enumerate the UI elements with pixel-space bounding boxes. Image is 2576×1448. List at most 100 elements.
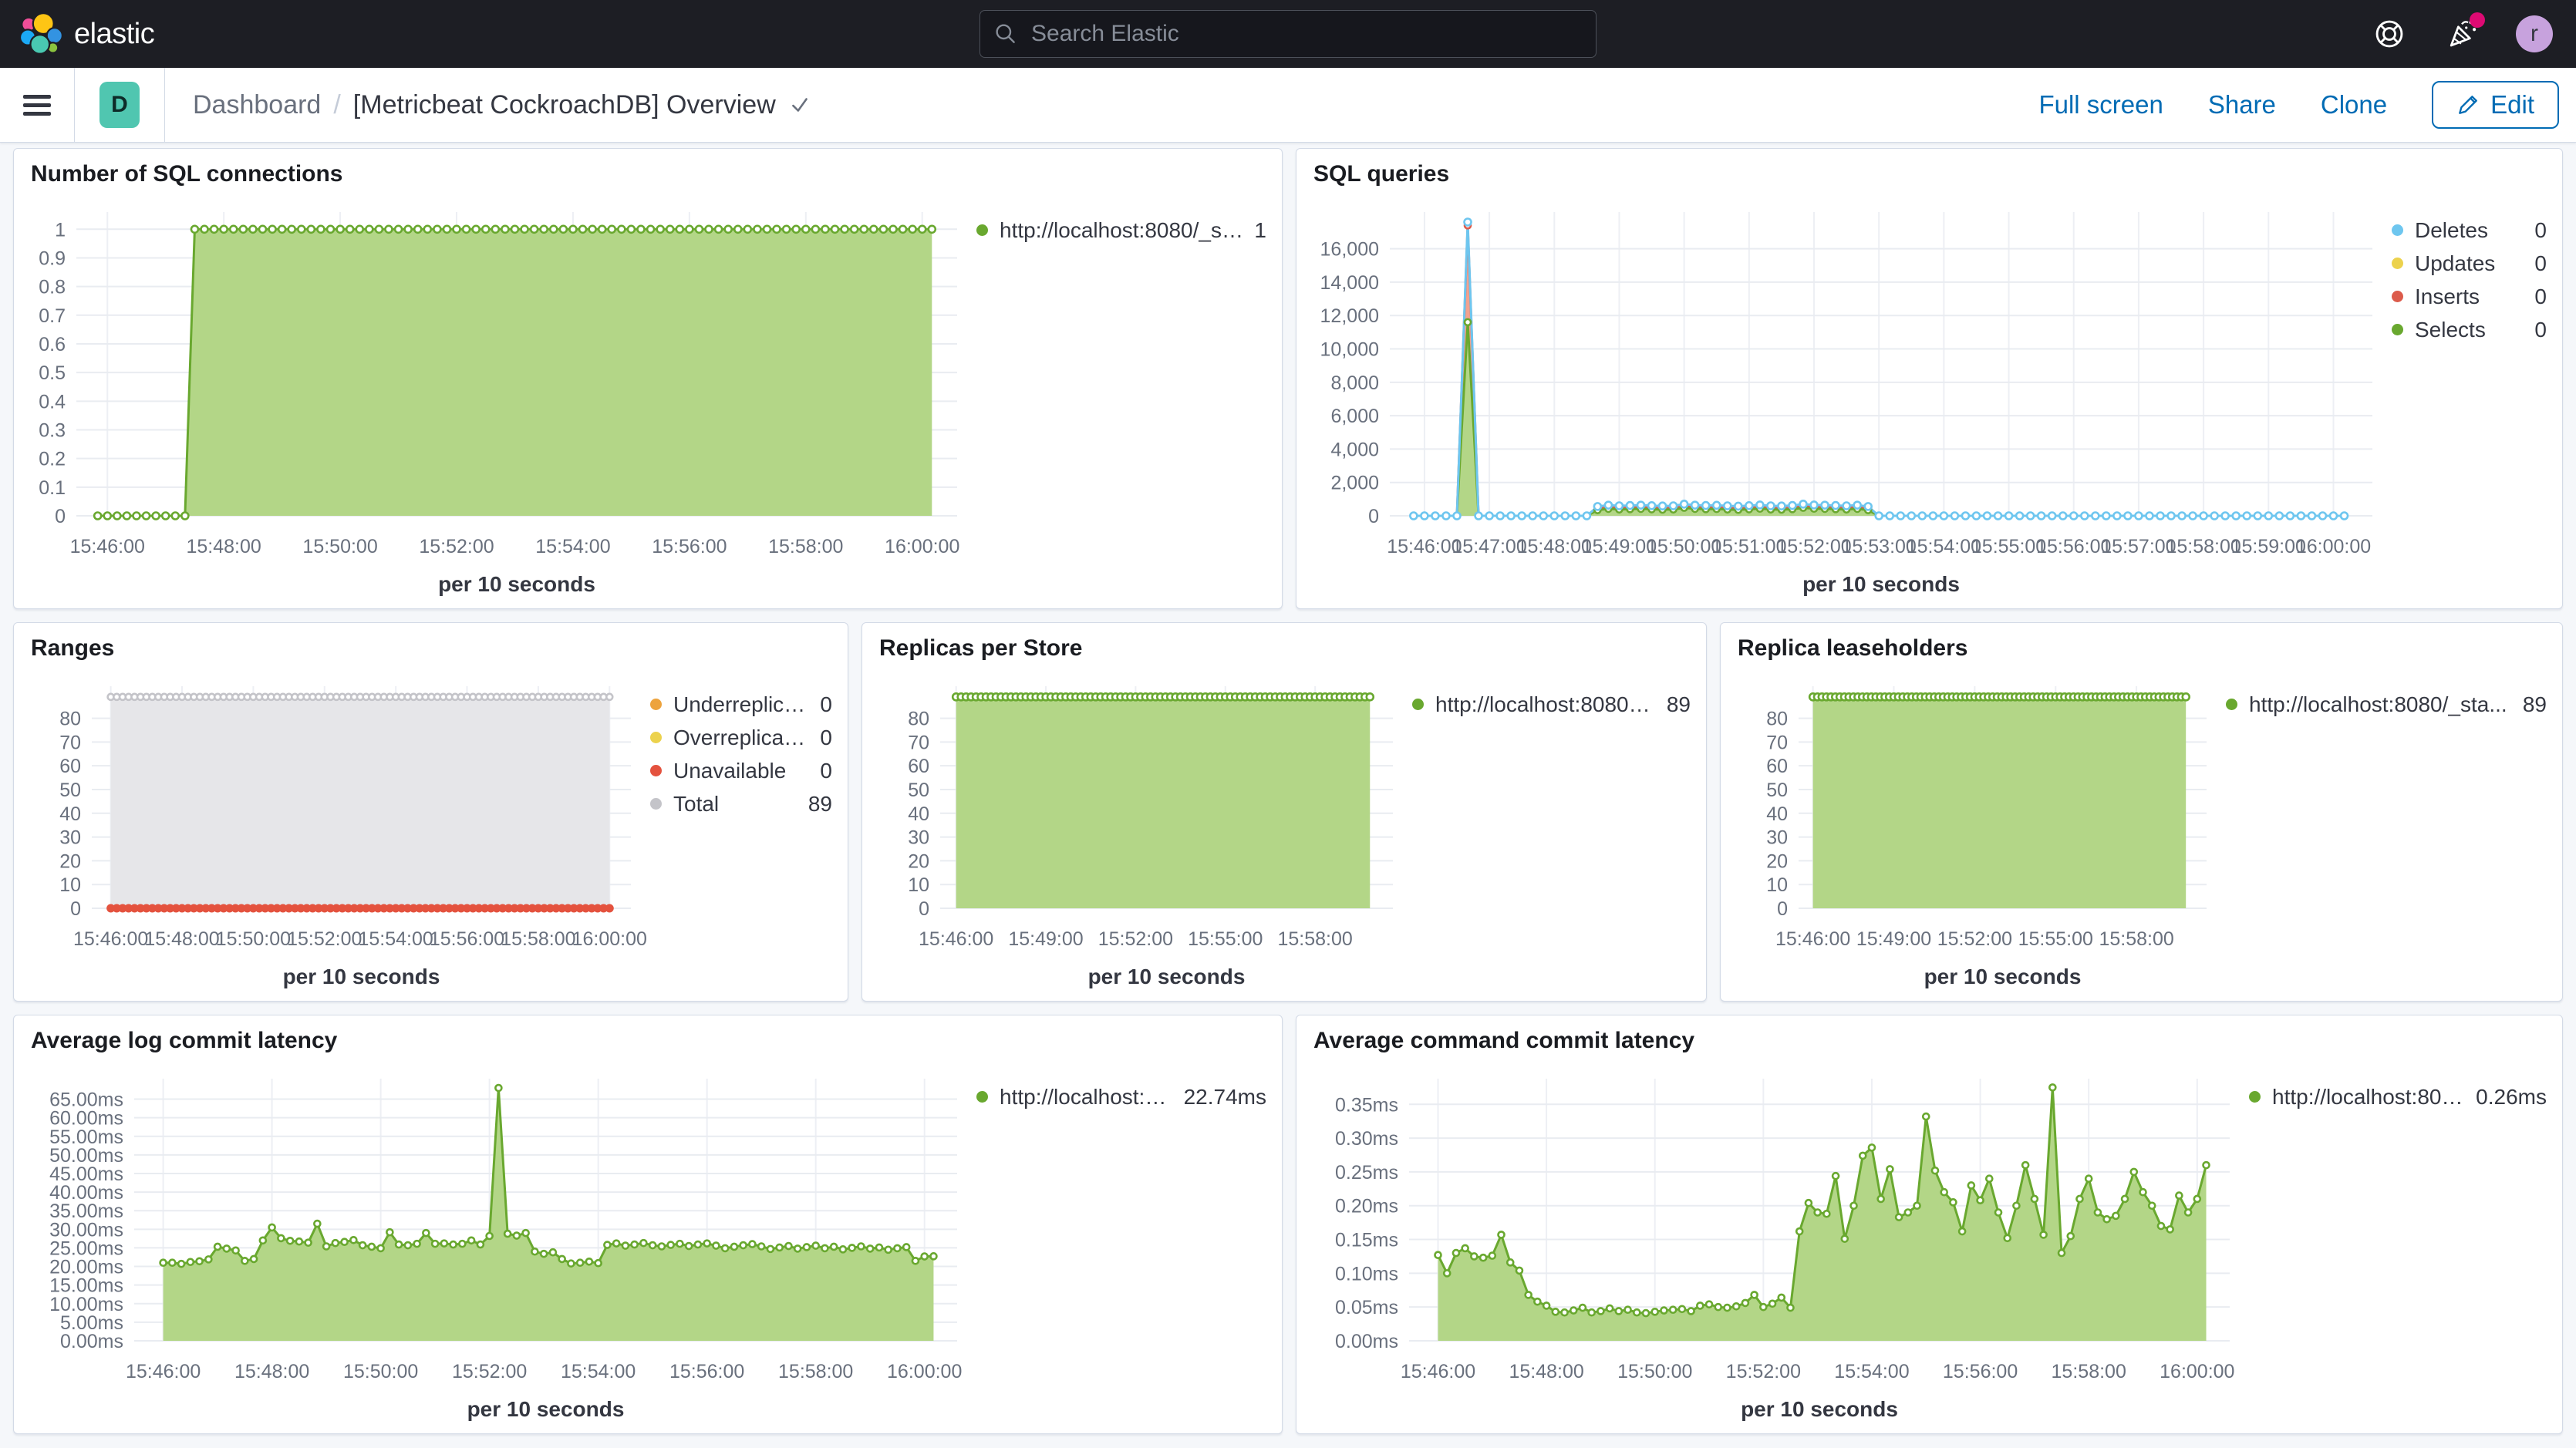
svg-text:16,000: 16,000 xyxy=(1320,239,1379,261)
legend-item[interactable]: Total 89 xyxy=(650,787,832,820)
legend-series-label: Selects xyxy=(2415,318,2486,342)
dashboard-row-2: Ranges0102030405060708015:46:0015:48:001… xyxy=(13,622,2563,1002)
legend-item[interactable]: http://localhost:808...22.74ms xyxy=(976,1080,1266,1113)
legend-series-label: Overreplicated xyxy=(673,726,809,750)
svg-text:15:56:00: 15:56:00 xyxy=(652,536,727,557)
avg-command-commit-latency-chart[interactable]: 0.00ms0.05ms0.10ms0.15ms0.20ms0.25ms0.30… xyxy=(1301,1057,2249,1427)
svg-text:16:00:00: 16:00:00 xyxy=(2160,1361,2234,1382)
svg-text:15:51:00: 15:51:00 xyxy=(1711,536,1786,557)
sql-queries-chart[interactable]: 02,0004,0006,0008,00010,00012,00014,0001… xyxy=(1301,190,2392,602)
legend-item[interactable]: http://localhost:8080...0.26ms xyxy=(2249,1080,2547,1113)
clone-button[interactable]: Clone xyxy=(2321,90,2387,120)
svg-text:15:59:00: 15:59:00 xyxy=(2231,536,2306,557)
svg-text:0.30ms: 0.30ms xyxy=(1335,1128,1398,1150)
svg-text:0.00ms: 0.00ms xyxy=(60,1331,123,1352)
dashboard-row-3: Average log commit latency0.00ms5.00ms10… xyxy=(13,1015,2563,1434)
sql-connections-chart[interactable]: 00.10.20.30.40.50.60.70.80.9115:46:0015:… xyxy=(19,190,976,602)
svg-text:0.00ms: 0.00ms xyxy=(1335,1331,1398,1352)
svg-text:60: 60 xyxy=(1766,756,1788,777)
svg-text:60: 60 xyxy=(59,756,81,777)
legend-series-label: Inserts xyxy=(2415,285,2480,309)
svg-text:15:55:00: 15:55:00 xyxy=(1188,928,1263,950)
legend-item[interactable]: Selects0 xyxy=(2392,313,2547,346)
svg-text:0.1: 0.1 xyxy=(39,477,66,499)
svg-text:65.00ms: 65.00ms xyxy=(49,1089,123,1111)
legend-series-dot xyxy=(2226,699,2237,710)
legend-series-label: Underreplicated xyxy=(673,692,809,717)
dashboard-header-bar: D Dashboard / [Metricbeat CockroachDB] O… xyxy=(0,68,2576,143)
svg-text:15:54:00: 15:54:00 xyxy=(535,536,610,557)
legend-item[interactable]: Underreplicated0 xyxy=(650,688,832,721)
svg-text:16:00:00: 16:00:00 xyxy=(2296,536,2371,557)
svg-text:40: 40 xyxy=(1766,803,1788,825)
edit-button[interactable]: Edit xyxy=(2432,81,2559,129)
space-switcher-button[interactable]: D xyxy=(99,82,140,128)
legend-item[interactable]: http://localhost:8080/_sta...89 xyxy=(1412,688,1691,721)
dashboard-grid: Number of SQL connections00.10.20.30.40.… xyxy=(0,143,2576,1448)
legend-series-label: Total xyxy=(673,792,719,817)
lifebuoy-icon xyxy=(2372,17,2406,51)
svg-text:15:58:00: 15:58:00 xyxy=(768,536,843,557)
svg-text:10.00ms: 10.00ms xyxy=(49,1294,123,1315)
avg-log-commit-latency-chart[interactable]: 0.00ms5.00ms10.00ms15.00ms20.00ms25.00ms… xyxy=(19,1057,976,1427)
svg-text:40.00ms: 40.00ms xyxy=(49,1182,123,1204)
search-input[interactable] xyxy=(979,10,1597,58)
svg-text:15:50:00: 15:50:00 xyxy=(216,928,291,950)
legend-item[interactable]: http://localhost:8080/_stat...1 xyxy=(976,214,1266,247)
ranges-chart[interactable]: 0102030405060708015:46:0015:48:0015:50:0… xyxy=(19,665,650,995)
svg-text:15:48:00: 15:48:00 xyxy=(1517,536,1592,557)
svg-text:15:49:00: 15:49:00 xyxy=(1582,536,1657,557)
elastic-home-link[interactable]: elastic xyxy=(20,12,154,56)
legend-item[interactable]: Unavailable 0 xyxy=(650,754,832,787)
replicas-per-store-chart[interactable]: 0102030405060708015:46:0015:49:0015:52:0… xyxy=(867,665,1412,995)
svg-text:12,000: 12,000 xyxy=(1320,305,1379,327)
svg-text:8,000: 8,000 xyxy=(1330,372,1379,394)
svg-text:15:52:00: 15:52:00 xyxy=(1776,536,1851,557)
svg-text:45.00ms: 45.00ms xyxy=(49,1163,123,1185)
svg-text:40: 40 xyxy=(59,803,81,825)
svg-text:0: 0 xyxy=(919,898,929,920)
legend-series-value: 0 xyxy=(809,759,832,783)
svg-text:0.05ms: 0.05ms xyxy=(1335,1297,1398,1318)
legend-series-label: Unavailable xyxy=(673,759,786,783)
replica-leaseholders-chart[interactable]: 0102030405060708015:46:0015:49:0015:52:0… xyxy=(1725,665,2226,995)
panel-title: Average log commit latency xyxy=(14,1015,1282,1057)
svg-text:70: 70 xyxy=(1766,732,1788,753)
svg-text:15:52:00: 15:52:00 xyxy=(452,1361,527,1382)
svg-text:15:46:00: 15:46:00 xyxy=(70,536,145,557)
share-button[interactable]: Share xyxy=(2208,90,2276,120)
svg-text:16:00:00: 16:00:00 xyxy=(572,928,647,950)
legend-item[interactable]: Deletes0 xyxy=(2392,214,2547,247)
svg-text:per 10 seconds: per 10 seconds xyxy=(283,965,440,988)
svg-text:15:53:00: 15:53:00 xyxy=(1842,536,1917,557)
svg-text:15:48:00: 15:48:00 xyxy=(187,536,261,557)
chart-legend: Underreplicated0Overreplicated0Unavailab… xyxy=(650,665,843,995)
news-feed-button[interactable] xyxy=(2443,15,2480,52)
legend-series-value: 89 xyxy=(797,792,832,817)
svg-text:per 10 seconds: per 10 seconds xyxy=(438,572,595,596)
dashboard-row-1: Number of SQL connections00.10.20.30.40.… xyxy=(13,148,2563,609)
search-icon xyxy=(993,22,1018,46)
legend-item[interactable]: Overreplicated0 xyxy=(650,721,832,754)
help-button[interactable] xyxy=(2371,15,2408,52)
breadcrumb-dashboard-link[interactable]: Dashboard xyxy=(193,90,321,120)
legend-item[interactable]: http://localhost:8080/_sta...89 xyxy=(2226,688,2547,721)
legend-series-dot xyxy=(2392,324,2403,335)
svg-text:0.25ms: 0.25ms xyxy=(1335,1162,1398,1184)
legend-series-value: 0 xyxy=(2524,285,2547,309)
svg-text:15:46:00: 15:46:00 xyxy=(1401,1361,1475,1382)
menu-button[interactable] xyxy=(23,90,51,120)
chart-legend: http://localhost:8080/_stat...1 xyxy=(976,190,1277,602)
svg-text:80: 80 xyxy=(908,709,929,730)
legend-item[interactable]: Updates0 xyxy=(2392,247,2547,280)
svg-text:15:52:00: 15:52:00 xyxy=(287,928,362,950)
user-menu-button[interactable]: r xyxy=(2516,15,2553,52)
panel-title: SQL queries xyxy=(1296,149,2562,190)
legend-item[interactable]: Inserts 0 xyxy=(2392,280,2547,313)
panel-title: Average command commit latency xyxy=(1296,1015,2562,1057)
svg-text:30: 30 xyxy=(908,827,929,849)
full-screen-button[interactable]: Full screen xyxy=(2038,90,2163,120)
svg-text:0.10ms: 0.10ms xyxy=(1335,1263,1398,1285)
legend-series-label: http://localhost:8080/_sta... xyxy=(1435,692,1656,717)
svg-text:20: 20 xyxy=(59,850,81,872)
